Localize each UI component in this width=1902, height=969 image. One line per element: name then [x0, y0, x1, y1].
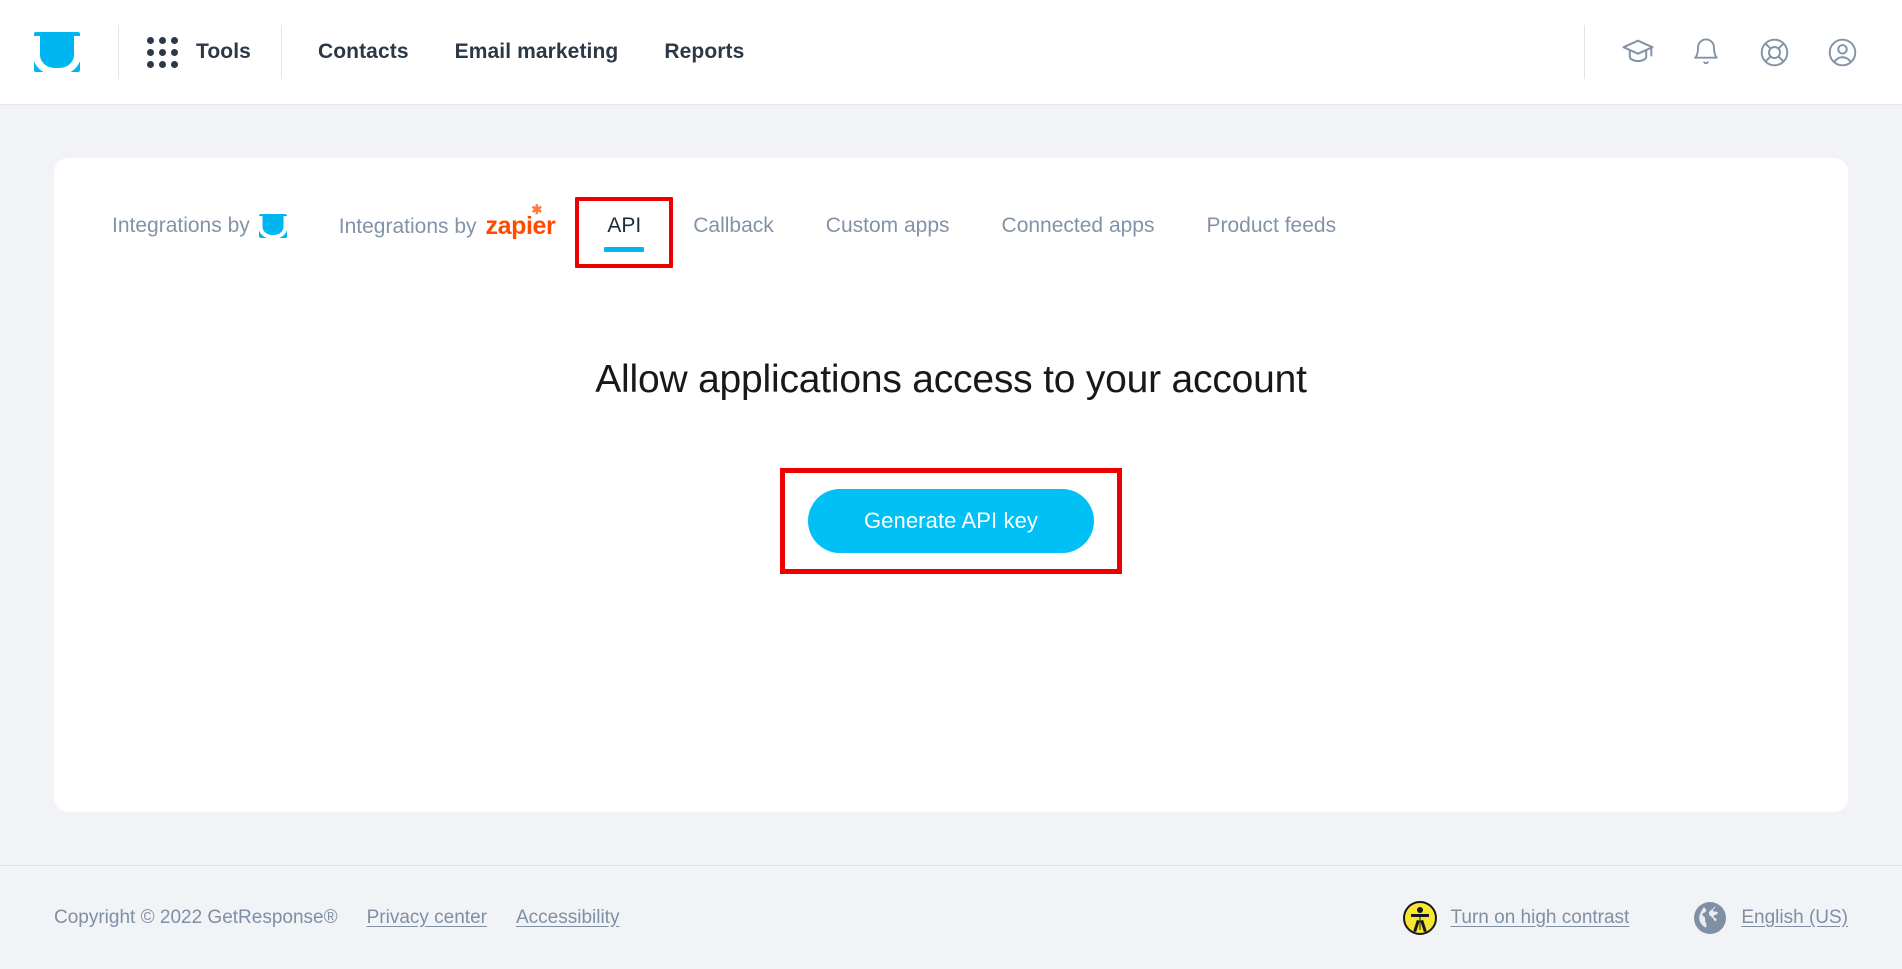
header-actions [1584, 32, 1862, 72]
grid-dots-icon [147, 36, 178, 68]
tools-label: Tools [196, 40, 251, 63]
tab-label: Integrations by [338, 214, 477, 238]
tab-callback[interactable]: Callback [667, 210, 800, 254]
globe-icon [1694, 901, 1727, 934]
page-title: Allow applications access to your accoun… [595, 358, 1307, 401]
nav-reports[interactable]: Reports [664, 40, 744, 64]
footer-left-group: Copyright © 2022 GetResponse® Privacy ce… [54, 907, 619, 929]
graduation-cap-icon[interactable] [1618, 32, 1658, 72]
tab-api[interactable]: API [575, 197, 674, 268]
cta-wrapper: Generate API key [54, 468, 1848, 575]
getresponse-envelope-icon [34, 32, 80, 72]
page-footer: Copyright © 2022 GetResponse® Privacy ce… [0, 865, 1902, 969]
header-divider-1 [118, 25, 119, 79]
integrations-card: Integrations by Integrations by zapier ✱… [54, 158, 1848, 812]
tab-label: Product feeds [1206, 214, 1337, 237]
high-contrast-toggle[interactable]: Turn on high contrast [1402, 900, 1630, 935]
copyright-text: Copyright © 2022 GetResponse® [54, 906, 338, 928]
tab-label: Integrations by [112, 214, 250, 237]
bell-icon[interactable] [1686, 32, 1726, 72]
hero-section: Allow applications access to your accoun… [54, 255, 1848, 575]
accessibility-link[interactable]: Accessibility [516, 907, 619, 929]
nav-contacts[interactable]: Contacts [318, 40, 409, 64]
zapier-logo-icon: zapier ✱ [485, 203, 556, 240]
privacy-center-link[interactable]: Privacy center [367, 907, 487, 929]
language-label[interactable]: English (US) [1741, 907, 1848, 929]
tools-menu-button[interactable]: Tools [147, 36, 251, 68]
active-tab-underline [604, 247, 645, 252]
user-account-icon[interactable] [1822, 32, 1862, 72]
high-contrast-label[interactable]: Turn on high contrast [1451, 907, 1630, 929]
nav-email-marketing[interactable]: Email marketing [455, 40, 619, 64]
accessibility-person-icon [1402, 900, 1437, 935]
generate-api-key-button[interactable]: Generate API key [807, 489, 1095, 554]
tab-label: Connected apps [1001, 214, 1155, 237]
accessibility-legs [1412, 919, 1427, 932]
tab-custom-apps[interactable]: Custom apps [800, 210, 976, 254]
page-body: Integrations by Integrations by zapier ✱… [0, 105, 1902, 969]
integrations-tabs: Integrations by Integrations by zapier ✱… [54, 158, 1848, 268]
language-selector[interactable]: English (US) [1693, 901, 1848, 935]
lifebuoy-help-icon[interactable] [1754, 32, 1794, 72]
tab-label: Custom apps [825, 214, 950, 237]
zapier-star-icon: ✱ [531, 202, 542, 217]
tab-integrations-by-zapier[interactable]: Integrations by zapier ✱ [313, 203, 582, 255]
tab-integrations-by-getresponse[interactable]: Integrations by [112, 210, 313, 254]
tab-connected-apps[interactable]: Connected apps [976, 210, 1181, 254]
zapier-wordmark: zapier [485, 212, 556, 240]
annotation-box-generate-api-key: Generate API key [779, 468, 1123, 575]
tab-label: Callback [693, 214, 774, 237]
header-divider-2 [280, 25, 282, 79]
tab-product-feeds[interactable]: Product feeds [1180, 210, 1362, 254]
getresponse-logo[interactable] [34, 32, 80, 72]
footer-right-group: Turn on high contrast English (US) [1402, 900, 1848, 935]
app-header: Tools Contacts Email marketing Reports [0, 0, 1902, 105]
tab-label: API [607, 214, 642, 237]
main-navigation: Contacts Email marketing Reports [318, 40, 744, 64]
content-area: Integrations by Integrations by zapier ✱… [0, 105, 1902, 865]
getresponse-mark-icon [258, 214, 287, 238]
